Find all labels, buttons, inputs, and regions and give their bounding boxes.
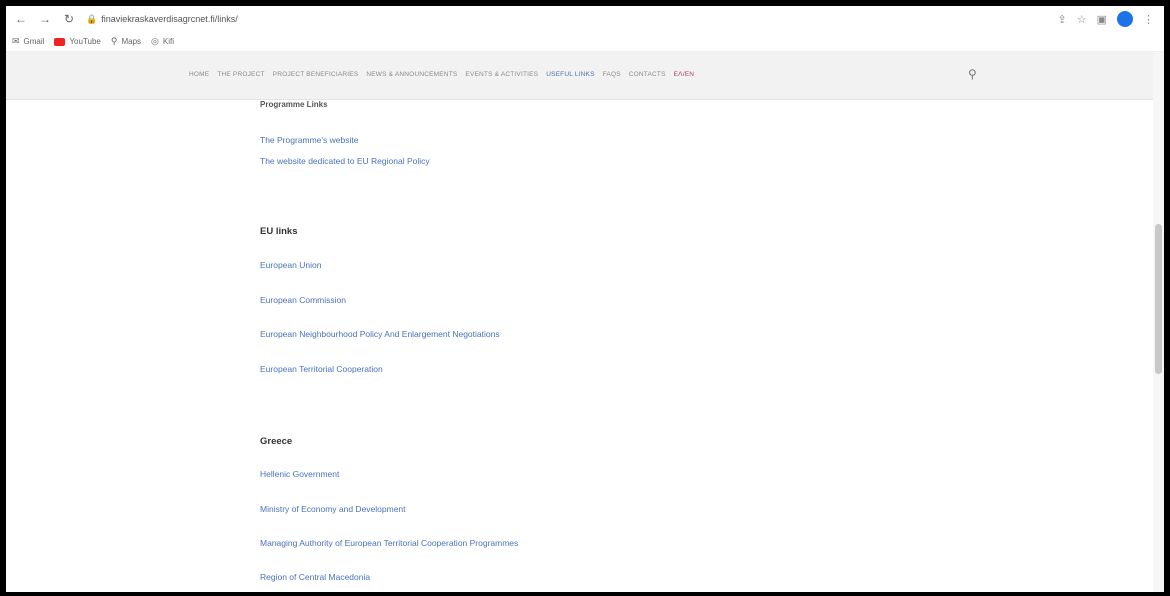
profile-avatar[interactable] [1117, 11, 1133, 27]
reload-icon[interactable]: ↻ [60, 10, 78, 28]
nav-home[interactable]: HOME [189, 71, 209, 78]
nav-project-beneficiaries[interactable]: PROJECT BENEFICIARIES [273, 71, 359, 78]
link-hellenic-government[interactable]: Hellenic Government [260, 469, 339, 479]
nav-contacts[interactable]: CONTACTS [629, 71, 666, 78]
search-icon[interactable]: ⚲ [968, 67, 977, 81]
link-territorial-cooperation[interactable]: European Territorial Cooperation [260, 364, 383, 374]
nav-language[interactable]: ΕΛ/EN [674, 71, 695, 78]
lock-icon: 🔒 [86, 13, 98, 24]
bookmark-label: Kifi [162, 37, 175, 46]
bookmark-maps[interactable]: ⚲ Maps [111, 36, 141, 47]
nav-events[interactable]: EVENTS & ACTIVITIES [465, 71, 538, 78]
bookmark-gmail[interactable]: ✉ Gmail [12, 36, 44, 47]
nav-useful-links[interactable]: USEFUL LINKS [546, 71, 594, 78]
globe-icon: ◎ [151, 36, 159, 46]
address-bar-row: ← → ↻ 🔒 finaviekraskaverdisagrcnet.fi/li… [6, 6, 1164, 32]
bookmark-label: Gmail [23, 37, 45, 46]
bookmark-label: Maps [121, 37, 142, 46]
link-european-union[interactable]: European Union [260, 260, 321, 270]
youtube-icon [54, 37, 66, 46]
url-text: finaviekraskaverdisagrcnet.fi/links/ [101, 14, 238, 24]
link-neighbourhood-policy[interactable]: European Neighbourhood Policy And Enlarg… [260, 329, 500, 339]
url-field[interactable]: 🔒 finaviekraskaverdisagrcnet.fi/links/ [86, 10, 386, 28]
link-eu-regional-policy[interactable]: The website dedicated to EU Regional Pol… [260, 156, 430, 166]
link-region-central-macedonia[interactable]: Region of Central Macedonia [260, 572, 370, 582]
star-icon[interactable]: ☆ [1077, 13, 1087, 26]
maps-icon: ⚲ [110, 36, 118, 46]
gmail-icon: ✉ [12, 36, 20, 46]
scrollbar-track[interactable] [1153, 52, 1164, 592]
nav-news[interactable]: NEWS & ANNOUNCEMENTS [366, 71, 457, 78]
bookmarks-bar: ✉ Gmail YouTube ⚲ Maps ◎ Kifi [6, 32, 1164, 52]
site-navigation: HOME THE PROJECT PROJECT BENEFICIARIES N… [6, 52, 1164, 100]
link-managing-authority[interactable]: Managing Authority of European Territori… [260, 538, 518, 548]
link-european-commission[interactable]: European Commission [260, 295, 346, 305]
programme-links-heading: Programme Links [260, 100, 328, 109]
browser-window: ← → ↻ 🔒 finaviekraskaverdisagrcnet.fi/li… [6, 6, 1164, 592]
link-programme-website[interactable]: The Programme's website [260, 135, 358, 145]
greece-heading: Greece [260, 436, 293, 447]
forward-icon[interactable]: → [36, 10, 54, 28]
extensions-icon[interactable]: ▣ [1097, 13, 1107, 26]
scrollbar-thumb[interactable] [1155, 224, 1162, 374]
menu-icon[interactable]: ⋮ [1143, 13, 1154, 26]
bookmark-youtube[interactable]: YouTube [54, 37, 101, 46]
eu-links-heading: EU links [260, 226, 298, 237]
nav-the-project[interactable]: THE PROJECT [217, 71, 264, 78]
bookmark-kifi[interactable]: ◎ Kifi [151, 36, 174, 47]
link-ministry-economy[interactable]: Ministry of Economy and Development [260, 504, 406, 514]
share-icon[interactable]: ⇪ [1058, 13, 1067, 26]
main-content: Programme Links The Programme's website … [6, 100, 1164, 592]
bookmark-label: YouTube [69, 37, 101, 46]
nav-faqs[interactable]: FAQS [603, 71, 621, 78]
back-icon[interactable]: ← [12, 10, 30, 28]
